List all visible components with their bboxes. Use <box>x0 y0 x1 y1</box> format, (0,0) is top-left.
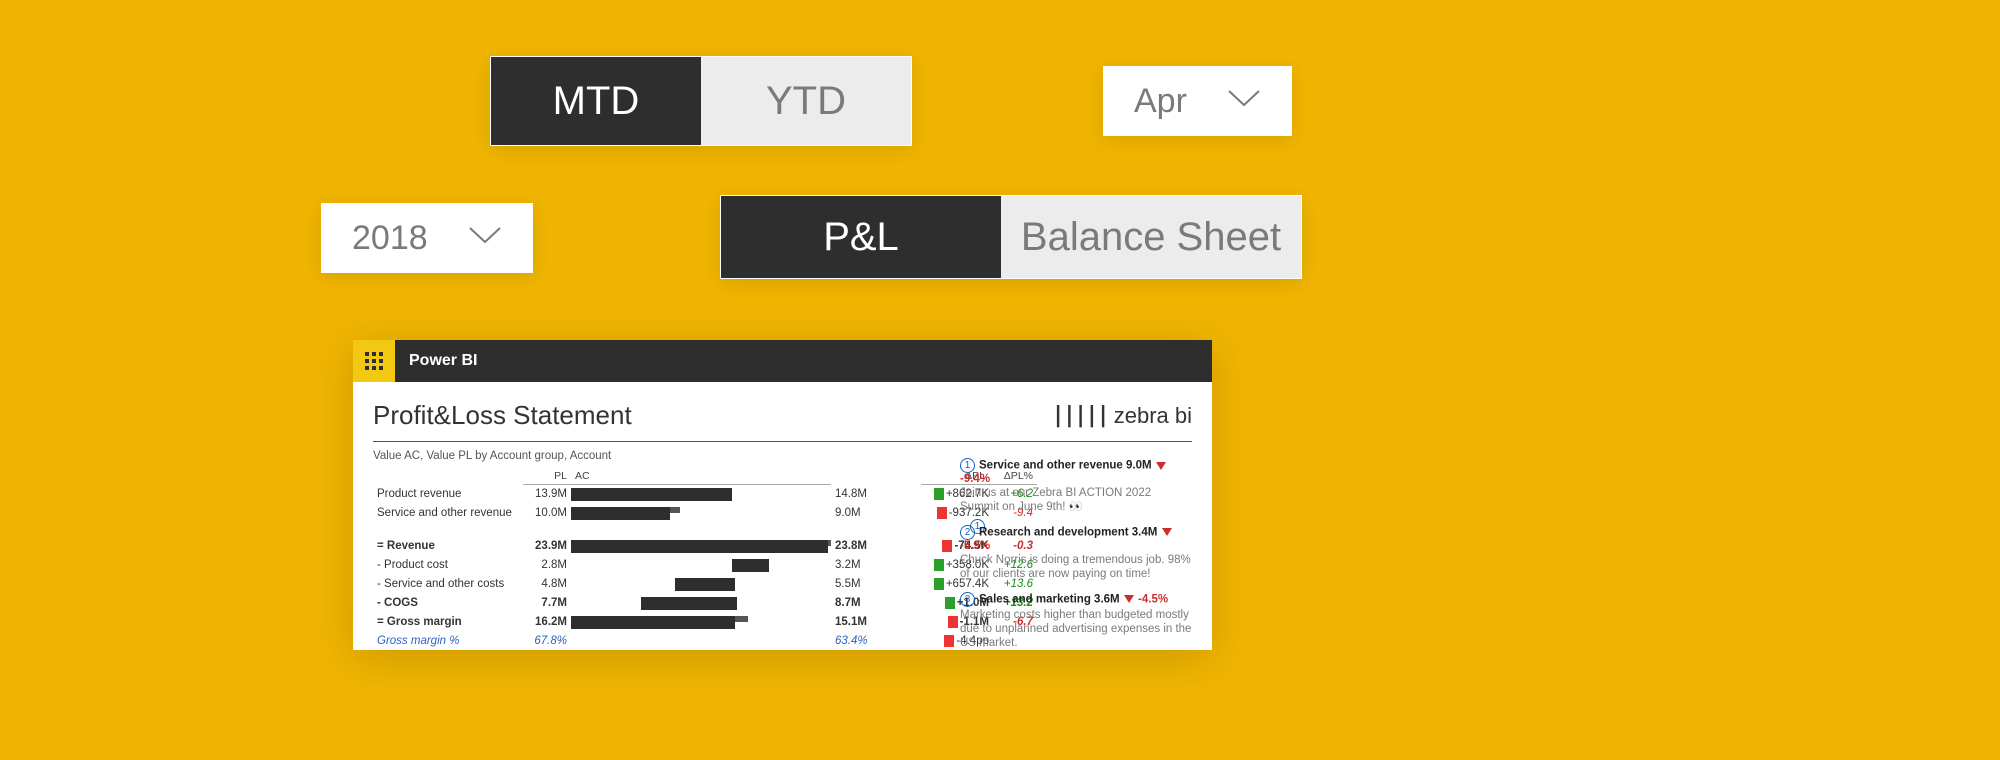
down-triangle-icon <box>1124 595 1134 603</box>
comment-title: Service and other revenue 9.0M <box>979 460 1152 472</box>
row-ac: 3.2M <box>831 556 921 575</box>
row-pl: 23.9M <box>523 537 571 556</box>
powerbi-topbar: Power BI <box>353 340 1212 382</box>
row-bar <box>571 485 831 504</box>
month-value: Apr <box>1134 82 1187 121</box>
view-pl-tab[interactable]: P&L <box>721 196 1001 278</box>
comment-number-icon: 1 <box>960 458 975 473</box>
comment-item[interactable]: 2 Research and development 3.4M -5.9%Chuc… <box>960 525 1192 582</box>
row-pl: 4.8M <box>523 575 571 594</box>
comment-body: Chuck Norris is doing a tremendous job. … <box>960 553 1192 582</box>
period-mtd-tab[interactable]: MTD <box>491 57 701 145</box>
down-triangle-icon <box>1162 528 1172 536</box>
comments-pane: 1 Service and other revenue 9.0M -9.4%Joi… <box>960 458 1192 661</box>
row-pl: 10.0M <box>523 504 571 537</box>
comment-body: Marketing costs higher than budgeted mos… <box>960 608 1192 651</box>
row-label: Product revenue <box>373 485 523 504</box>
row-bar <box>571 556 831 575</box>
row-ac: 63.4% <box>831 632 921 650</box>
row-label: Service and other revenue <box>373 504 523 537</box>
comment-item[interactable]: 1 Service and other revenue 9.0M -9.4%Joi… <box>960 458 1192 515</box>
chevron-down-icon <box>468 226 502 251</box>
comment-pct: -4.5% <box>1138 593 1168 605</box>
row-label: - COGS <box>373 594 523 613</box>
col-ac: AC <box>571 468 831 485</box>
col-pl: PL <box>523 468 571 485</box>
row-ac: 14.8M <box>831 485 921 504</box>
row-ac: 5.5M <box>831 575 921 594</box>
report-divider <box>373 441 1192 442</box>
year-dropdown[interactable]: 2018 <box>321 203 533 273</box>
row-pl: 7.7M <box>523 594 571 613</box>
row-bar <box>571 632 831 650</box>
zebra-bi-brand: ||||| zebra bi <box>1051 403 1192 429</box>
comment-title: Sales and marketing 3.6M <box>979 593 1120 605</box>
period-ytd-tab[interactable]: YTD <box>701 57 911 145</box>
view-toggle[interactable]: P&L Balance Sheet <box>720 195 1302 279</box>
powerbi-report: Power BI Profit&Loss Statement ||||| zeb… <box>353 340 1212 650</box>
period-toggle[interactable]: MTD YTD <box>490 56 912 146</box>
comment-title: Research and development 3.4M <box>979 526 1157 538</box>
row-ac: 8.7M <box>831 594 921 613</box>
row-bar <box>571 594 831 613</box>
comment-pct: -5.9% <box>960 540 990 552</box>
comment-number-icon: 3 <box>960 592 975 607</box>
month-dropdown[interactable]: Apr <box>1103 66 1292 136</box>
row-ac: 23.8M <box>831 537 921 556</box>
row-bar <box>571 613 831 632</box>
row-bar <box>571 537 831 556</box>
view-bs-tab[interactable]: Balance Sheet <box>1001 196 1301 278</box>
row-label: - Product cost <box>373 556 523 575</box>
app-launcher-icon[interactable] <box>353 340 395 382</box>
zebra-bi-logo-icon: ||||| <box>1051 403 1107 428</box>
year-value: 2018 <box>352 219 428 258</box>
period-ytd-label: YTD <box>766 79 846 124</box>
row-pl: 16.2M <box>523 613 571 632</box>
row-pl: 13.9M <box>523 485 571 504</box>
period-mtd-label: MTD <box>553 79 640 124</box>
row-label: = Revenue <box>373 537 523 556</box>
down-triangle-icon <box>1156 462 1166 470</box>
powerbi-app-title: Power BI <box>409 352 477 370</box>
chevron-down-icon <box>1227 89 1261 114</box>
report-title: Profit&Loss Statement <box>373 400 632 431</box>
comment-body: Join us at our Zebra BI ACTION 2022 Summ… <box>960 486 1192 515</box>
row-label: = Gross margin <box>373 613 523 632</box>
comment-item[interactable]: 3 Sales and marketing 3.6M -4.5% Marketing… <box>960 592 1192 651</box>
view-bs-label: Balance Sheet <box>1021 215 1281 260</box>
row-label: Gross margin % <box>373 632 523 650</box>
row-ac: 9.0M <box>831 504 921 537</box>
view-pl-label: P&L <box>823 215 899 260</box>
zebra-bi-label: zebra bi <box>1114 403 1192 429</box>
row-label: - Service and other costs <box>373 575 523 594</box>
row-bar <box>571 504 831 537</box>
comment-number-icon: 2 <box>960 525 975 540</box>
row-ac: 15.1M <box>831 613 921 632</box>
row-bar <box>571 575 831 594</box>
row-pl: 67.8% <box>523 632 571 650</box>
row-pl: 2.8M <box>523 556 571 575</box>
comment-pct: -9.4% <box>960 473 990 485</box>
